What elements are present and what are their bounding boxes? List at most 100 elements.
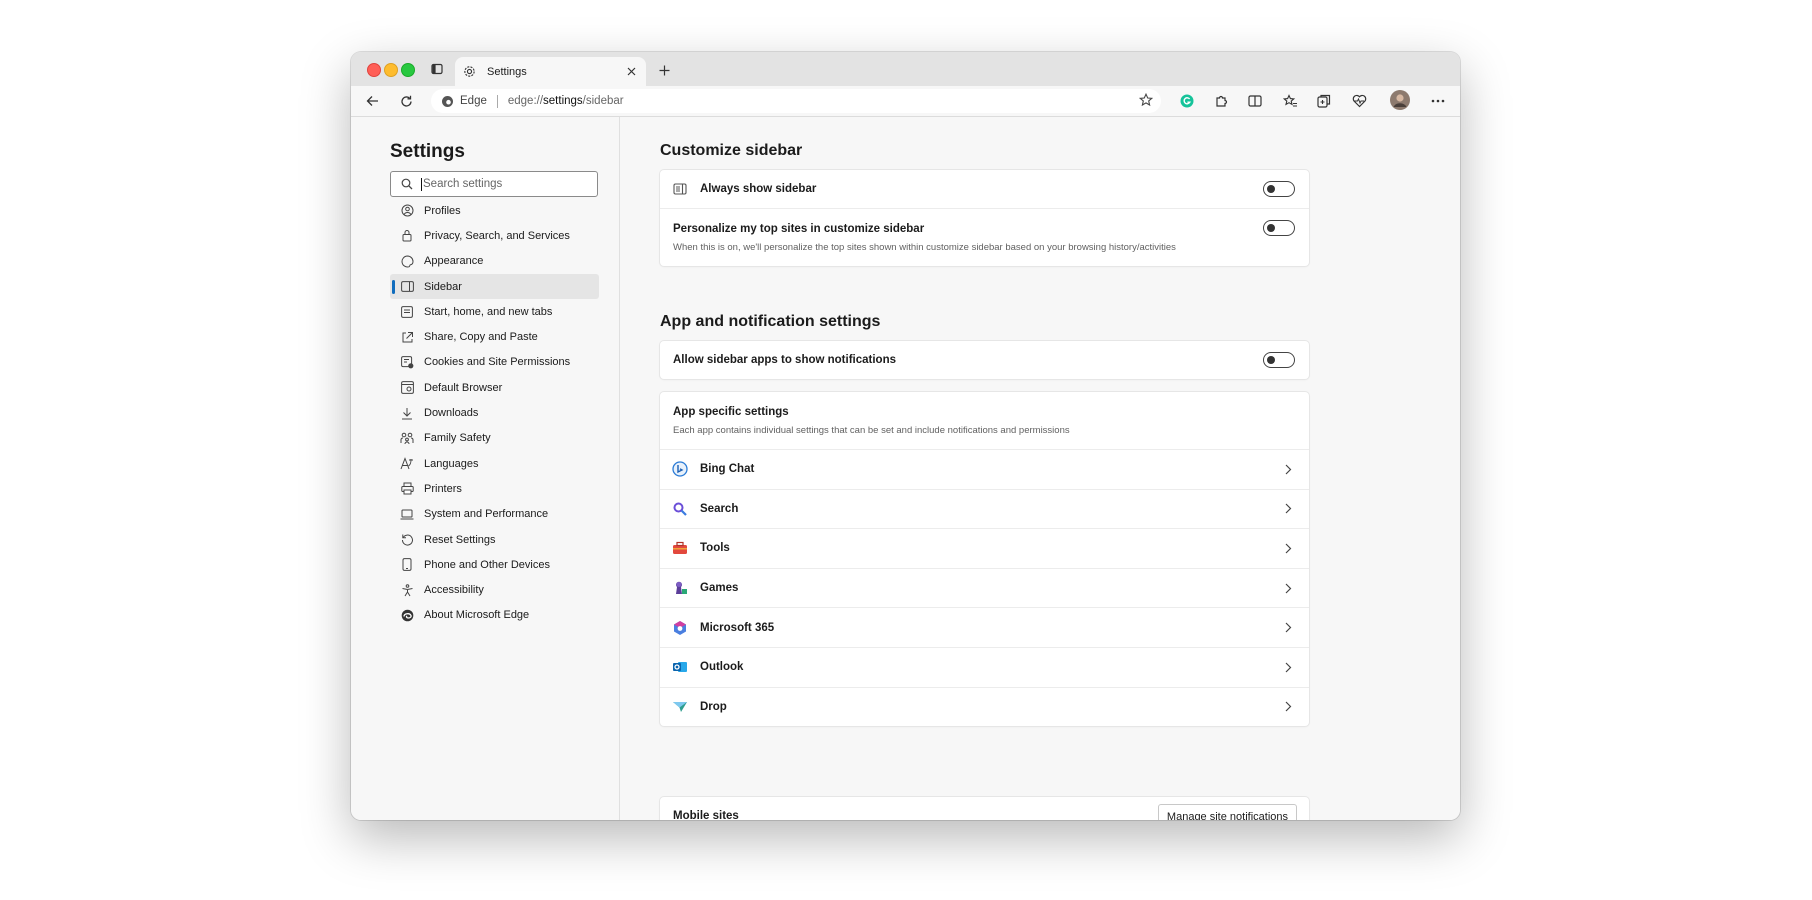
toolbar: Edge edge://settings/sidebar	[351, 86, 1460, 117]
title-bar: Settings	[351, 52, 1460, 86]
sidebar-item-languages[interactable]: Languages	[390, 451, 599, 476]
laptop-icon	[400, 507, 414, 521]
personalize-top-sites-toggle[interactable]	[1263, 220, 1295, 236]
sidebar-item-about-microsoft-edge[interactable]: About Microsoft Edge	[390, 603, 599, 628]
back-arrow-icon[interactable]	[363, 92, 381, 110]
close-tab-icon[interactable]	[622, 63, 640, 81]
address-separator	[496, 94, 498, 108]
cookies-icon	[400, 355, 414, 369]
allow-notifications-toggle[interactable]	[1263, 352, 1295, 368]
site-label: Edge	[460, 95, 487, 107]
sidebar-item-label: Sidebar	[424, 280, 462, 293]
sidebar-layout-icon	[672, 181, 688, 197]
favorite-star-icon[interactable]	[1138, 92, 1154, 110]
sidebar-item-cookies-and-site-permissions[interactable]: Cookies and Site Permissions	[390, 350, 599, 375]
sidebar-item-appearance[interactable]: Appearance	[390, 249, 599, 274]
sidebar-item-privacy-search-and-services[interactable]: Privacy, Search, and Services	[390, 223, 599, 248]
sidebar-item-default-browser[interactable]: Default Browser	[390, 375, 599, 400]
sidebar-item-reset-settings[interactable]: Reset Settings	[390, 527, 599, 552]
app-label: Drop	[700, 700, 727, 713]
mobile-sites-card: Mobile sites Manage site notifications	[660, 797, 1309, 820]
sidebar-item-label: About Microsoft Edge	[424, 609, 530, 622]
maximize-window-button[interactable]	[401, 63, 415, 77]
manage-site-notifications-button[interactable]: Manage site notifications	[1157, 804, 1297, 820]
app-row-microsoft-365[interactable]: Microsoft 365	[660, 608, 1309, 648]
gear-icon	[463, 65, 477, 79]
mobile-sites-row: Mobile sites Manage site notifications	[660, 797, 1309, 820]
sidebar-item-accessibility[interactable]: Accessibility	[390, 577, 599, 602]
browser-window: Settings Edge edge://settings/sidebar Se…	[351, 52, 1460, 820]
sidebar-item-sidebar[interactable]: Sidebar	[390, 273, 599, 300]
search-icon	[672, 501, 688, 517]
url-text: edge://settings/sidebar	[507, 95, 624, 107]
profile-icon	[400, 204, 414, 218]
outlook-icon	[672, 659, 688, 675]
always-show-sidebar-label: Always show sidebar	[700, 183, 817, 195]
new-tab-button[interactable]	[655, 61, 673, 79]
tab-actions-icon[interactable]	[429, 61, 445, 77]
refresh-icon[interactable]	[397, 92, 415, 110]
settings-sidebar: Settings Search settings Profiles Privacy…	[351, 117, 620, 820]
tab-title: Settings	[487, 65, 527, 78]
tab-settings[interactable]: Settings	[455, 57, 646, 86]
download-icon	[400, 406, 414, 420]
app-label: Search	[700, 502, 739, 515]
sidebar-item-system-and-performance[interactable]: System and Performance	[390, 502, 599, 527]
app-specific-description: Each app contains individual settings th…	[673, 424, 1070, 436]
edge-logo-icon	[441, 95, 454, 108]
sidebar-item-downloads[interactable]: Downloads	[390, 400, 599, 425]
app-row-bing-chat[interactable]: Bing Chat	[660, 450, 1309, 490]
app-notification-heading: App and notification settings	[660, 313, 881, 330]
search-icon	[401, 178, 413, 190]
personalize-top-sites-description: When this is on, we'll personalize the t…	[673, 241, 1176, 253]
sidebar-item-label: Privacy, Search, and Services	[424, 229, 570, 242]
chevron-right-icon	[1283, 701, 1293, 712]
app-row-drop[interactable]: Drop	[660, 688, 1309, 727]
sidebar-item-share-copy-and-paste[interactable]: Share, Copy and Paste	[390, 324, 599, 349]
more-options-icon[interactable]	[1429, 92, 1447, 110]
collections-icon[interactable]	[1315, 92, 1333, 110]
close-window-button[interactable]	[367, 63, 381, 77]
browser-icon	[400, 381, 414, 395]
sidebar-item-printers[interactable]: Printers	[390, 476, 599, 501]
chevron-right-icon	[1283, 464, 1293, 475]
app-row-search[interactable]: Search	[660, 490, 1309, 530]
always-show-sidebar-toggle[interactable]	[1263, 181, 1295, 197]
app-specific-title: App specific settings	[673, 405, 789, 418]
always-show-sidebar-row: Always show sidebar	[660, 170, 1309, 209]
allow-notifications-card: Allow sidebar apps to show notifications	[660, 341, 1309, 379]
personalize-top-sites-row: Personalize my top sites in customize si…	[660, 209, 1309, 266]
languages-icon	[400, 457, 414, 471]
page-title: Settings	[390, 141, 465, 162]
sidebar-item-label: Accessibility	[424, 584, 484, 597]
allow-notifications-row: Allow sidebar apps to show notifications	[660, 341, 1309, 379]
sidebar-item-start-home-and-new-tabs[interactable]: Start, home, and new tabs	[390, 299, 599, 324]
printer-icon	[400, 482, 414, 496]
sidebar-item-label: Start, home, and new tabs	[424, 305, 553, 318]
text-caret	[421, 177, 422, 191]
app-row-tools[interactable]: Tools	[660, 529, 1309, 569]
accessibility-icon	[400, 583, 414, 597]
browser-essentials-icon[interactable]	[1350, 92, 1368, 110]
minimize-window-button[interactable]	[384, 63, 398, 77]
extensions-icon[interactable]	[1212, 92, 1230, 110]
drop-icon	[672, 699, 688, 715]
app-specific-header: App specific settings Each app contains …	[660, 392, 1309, 450]
address-bar[interactable]: Edge edge://settings/sidebar	[431, 89, 1161, 113]
microsoft-365-icon	[672, 620, 688, 636]
app-row-games[interactable]: Games	[660, 569, 1309, 609]
app-row-outlook[interactable]: Outlook	[660, 648, 1309, 688]
sidebar-item-profiles[interactable]: Profiles	[390, 198, 599, 223]
sidebar-item-label: Cookies and Site Permissions	[424, 356, 571, 369]
profile-avatar[interactable]	[1390, 90, 1410, 110]
app-label: Games	[700, 582, 739, 595]
sidebar-item-family-safety[interactable]: Family Safety	[390, 426, 599, 451]
reset-icon	[400, 533, 414, 547]
sidebar-item-phone-and-other-devices[interactable]: Phone and Other Devices	[390, 552, 599, 577]
split-screen-icon[interactable]	[1246, 92, 1264, 110]
search-input[interactable]: Search settings	[390, 171, 598, 197]
grammarly-icon[interactable]	[1178, 92, 1196, 110]
favorites-icon[interactable]	[1281, 92, 1299, 110]
games-icon	[672, 580, 688, 596]
settings-nav: Profiles Privacy, Search, and Services App…	[390, 198, 599, 628]
